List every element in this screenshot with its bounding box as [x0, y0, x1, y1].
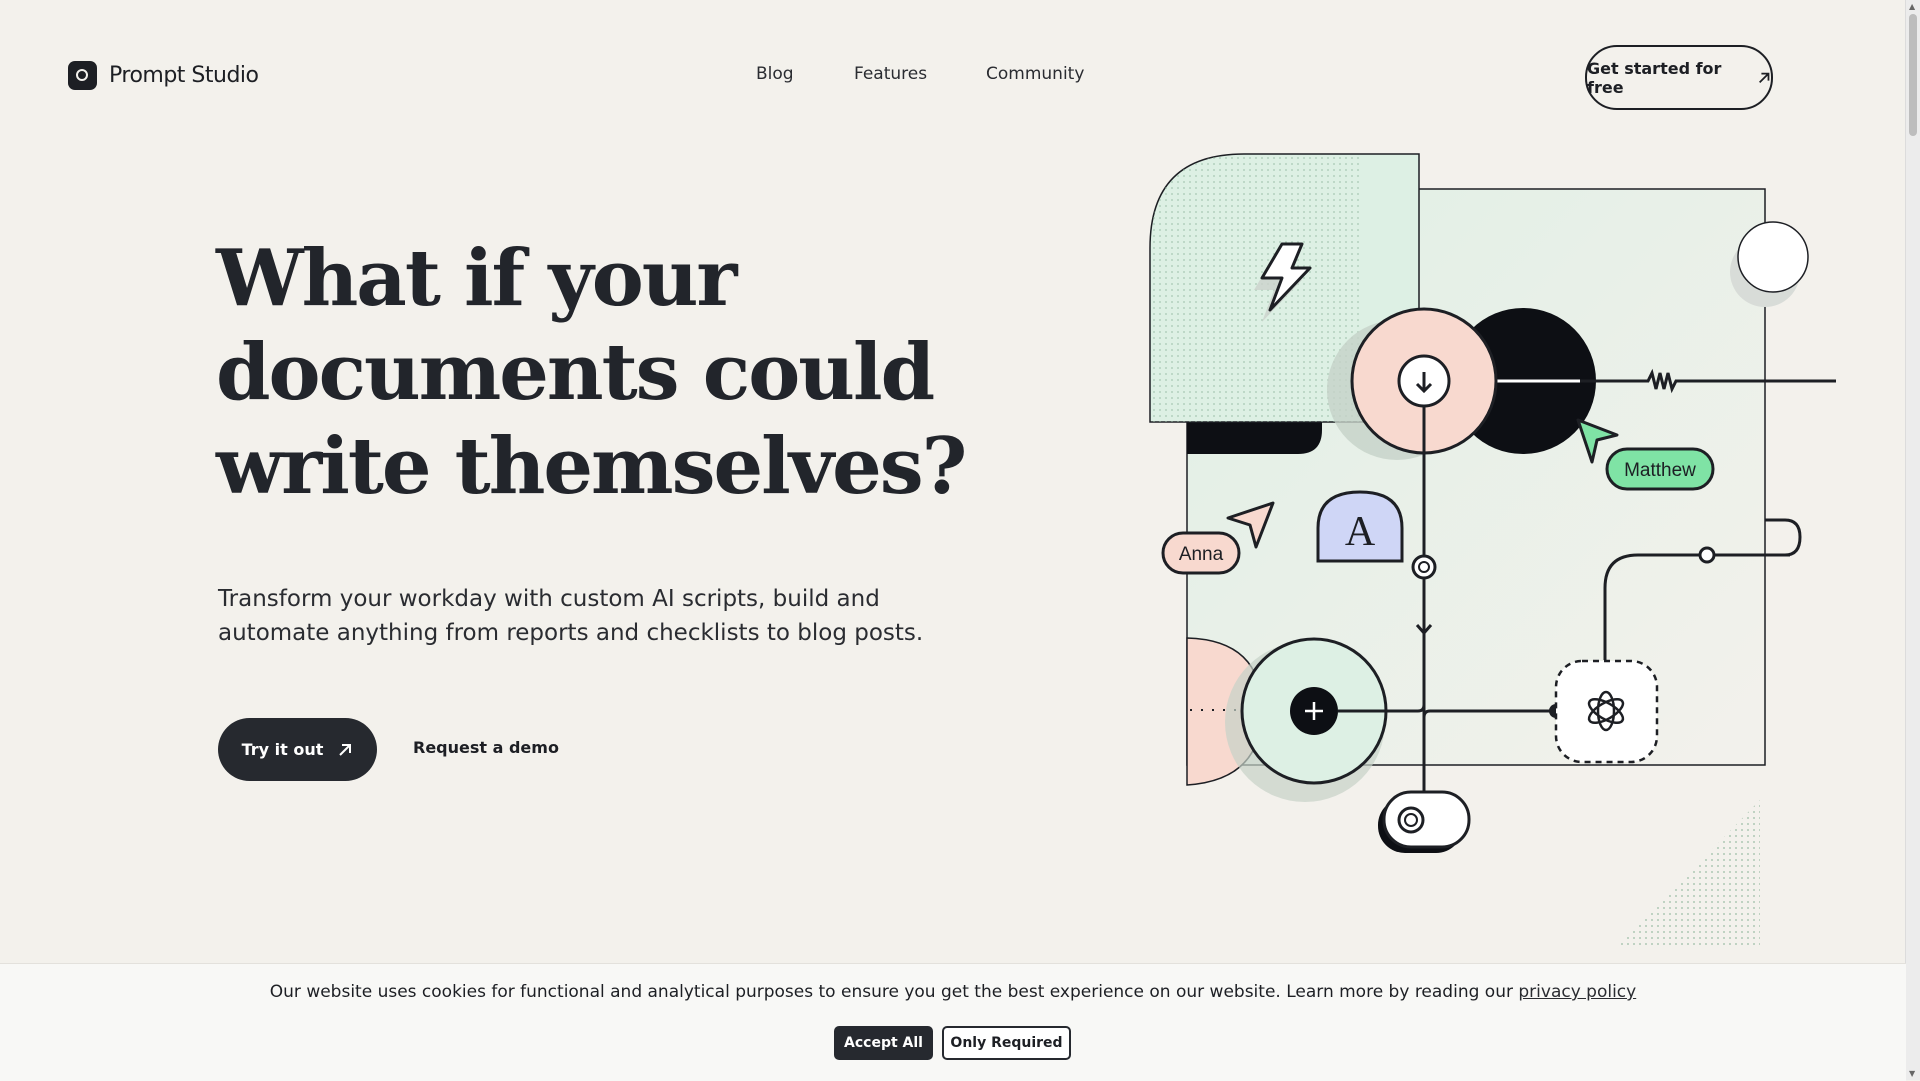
- logo-icon: [68, 61, 97, 90]
- privacy-policy-link[interactable]: privacy policy: [1518, 982, 1636, 1002]
- scrollbar[interactable]: ▲ ▼: [1905, 0, 1920, 1080]
- hero-subtitle-line: automate anything from reports and check…: [218, 620, 924, 646]
- scroll-up-icon[interactable]: ▲: [1909, 2, 1915, 11]
- cookie-message: Our website uses cookies for functional …: [0, 982, 1906, 1002]
- get-started-button[interactable]: Get started for free: [1585, 45, 1773, 110]
- nav-community[interactable]: Community: [986, 64, 1084, 84]
- site-header: Prompt Studio Blog Features Community Ge…: [0, 0, 1906, 150]
- hero-illustration: Matthew A Anna: [1149, 153, 1836, 946]
- get-started-label: Get started for free: [1587, 58, 1722, 97]
- request-demo-link[interactable]: Request a demo: [413, 738, 559, 757]
- hero-title-line: What if your: [216, 233, 738, 324]
- arrow-up-right-icon: [339, 743, 352, 756]
- circle-node: [1737, 221, 1809, 293]
- nav-blog[interactable]: Blog: [756, 64, 794, 84]
- logo[interactable]: Prompt Studio: [68, 61, 259, 90]
- only-required-button[interactable]: Only Required: [942, 1026, 1071, 1060]
- cookie-banner: Our website uses cookies for functional …: [0, 963, 1906, 1081]
- ai-node: [1554, 659, 1659, 764]
- cookie-text: Our website uses cookies for functional …: [269, 982, 1513, 1002]
- dark-tab: [1187, 420, 1322, 454]
- scroll-thumb[interactable]: [1909, 14, 1917, 136]
- matthew-label: Matthew: [1624, 460, 1696, 481]
- try-it-out-label: Try it out: [241, 740, 324, 759]
- logo-text: Prompt Studio: [109, 63, 259, 88]
- hero-title: What if your documents could write thems…: [216, 232, 967, 514]
- hero-subtitle-line: Transform your workday with custom AI sc…: [218, 586, 880, 612]
- accept-all-button[interactable]: Accept All: [834, 1026, 933, 1060]
- scroll-down-icon[interactable]: ▼: [1909, 1069, 1915, 1078]
- toggle-switch: [1382, 790, 1471, 849]
- letter-a: A: [1345, 509, 1376, 555]
- hero-title-line: documents could: [216, 327, 935, 418]
- anna-label: Anna: [1179, 544, 1224, 565]
- arrow-up-right-icon: [1758, 72, 1770, 83]
- nav-features[interactable]: Features: [854, 64, 927, 84]
- try-it-out-button[interactable]: Try it out: [218, 718, 377, 781]
- hero-subtitle: Transform your workday with custom AI sc…: [218, 582, 978, 650]
- hero-title-line: write themselves?: [216, 421, 967, 512]
